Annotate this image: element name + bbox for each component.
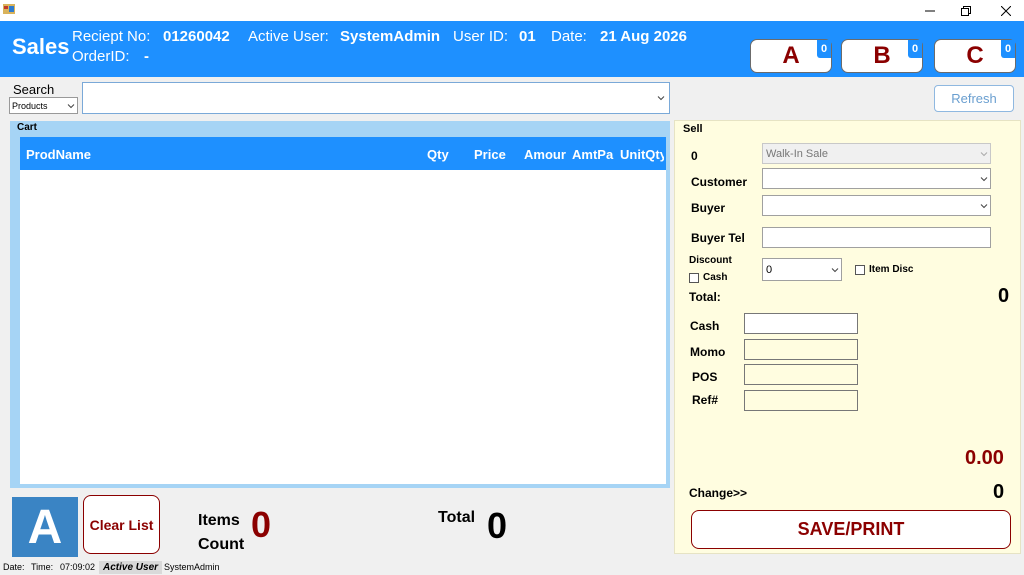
buyer-tel-label: Buyer Tel [691,231,745,245]
column-header-amtpaid[interactable]: AmtPa [572,147,614,162]
chevron-down-icon [657,96,665,101]
status-active-user-label: Active User [99,561,163,574]
app-icon [3,3,15,15]
cart-label: Cart [17,122,38,133]
column-header-qty[interactable]: Qty [427,147,449,162]
order-id-label: OrderID: [72,48,130,65]
cart-grid-header: ProdName Qty Price Amour AmtPa UnitQty [20,137,666,170]
close-icon[interactable] [988,0,1024,21]
restore-icon[interactable] [948,0,984,21]
sell-total-label: Total: [689,290,721,304]
change-label: Change>> [689,486,748,500]
sell-panel: Sell 0 Walk-In Sale Customer Buyer Buyer… [674,120,1021,554]
user-id-label: User ID: [453,28,509,45]
customer-label: Customer [691,175,748,189]
search-input[interactable] [82,82,670,114]
item-discount-label: Item Disc [869,264,914,275]
active-user-name: SystemAdmin [340,28,441,45]
chevron-down-icon [831,267,839,272]
cart-tab-b-button[interactable]: B 0 [841,39,923,73]
column-header-amount[interactable]: Amour [524,147,567,162]
date-label: Date: [551,28,587,45]
cart-tab-a-button[interactable]: A 0 [750,39,832,73]
cart-tab-a-label: A [782,42,800,69]
cash-payment-input[interactable] [744,313,858,334]
customer-select[interactable] [762,168,991,189]
receipt-label: Reciept No: [72,28,151,45]
search-label: Search [13,82,55,97]
cart-tab-c-button[interactable]: C 0 [934,39,1016,73]
buyer-label: Buyer [691,201,726,215]
user-id-value: 01 [519,28,536,45]
page-title: Sales [12,34,70,59]
discount-label: Discount [689,255,732,266]
status-time-label: Time: [31,562,54,572]
save-print-button[interactable]: SAVE/PRINT [691,510,1011,549]
items-label-line1: Items [198,512,240,529]
chevron-down-icon [980,203,988,208]
total-label: Total [438,509,476,526]
sell-total-value: 0 [998,285,1010,307]
momo-payment-label: Momo [690,345,726,359]
status-time-value: 07:09:02 [60,562,96,572]
momo-payment-input[interactable] [744,339,858,360]
chevron-down-icon [67,103,75,108]
discount-select[interactable]: 0 [762,258,842,281]
cart-group: Cart ProdName Qty Price Amour AmtPa Unit… [10,121,670,488]
buyer-select[interactable] [762,195,991,216]
reference-label: Ref# [692,393,719,407]
total-value: 0 [487,505,508,546]
column-header-prodname[interactable]: ProdName [26,147,91,162]
discount-value: 0 [766,263,773,276]
pos-payment-label: POS [692,370,718,384]
cash-payment-label: Cash [690,319,720,333]
amount-paid-value: 0.00 [965,447,1004,469]
cart-tab-a-count: 0 [817,40,831,58]
items-count-value: 0 [251,504,272,545]
search-type-value: Products [12,100,48,111]
sale-type-select[interactable]: Walk-In Sale [762,143,991,164]
reference-input[interactable] [744,390,858,411]
cart-tab-b-label: B [873,42,891,69]
buyer-tel-input[interactable] [762,227,991,248]
clear-list-button[interactable]: Clear List [83,495,160,554]
cash-discount-checkbox[interactable] [689,273,699,283]
sell-panel-title: Sell [683,123,703,135]
change-value: 0 [993,481,1005,503]
item-discount-checkbox[interactable] [855,265,865,275]
search-type-select[interactable]: Products [9,97,78,114]
refresh-button[interactable]: Refresh [934,85,1014,112]
cart-tab-b-count: 0 [908,40,922,58]
pos-payment-input[interactable] [744,364,858,385]
sale-type-label: 0 [691,149,698,163]
chevron-down-icon [980,176,988,181]
minimize-icon[interactable] [912,0,948,21]
chevron-down-icon [980,151,988,156]
cash-discount-label: Cash [703,272,728,283]
status-active-user-value: SystemAdmin [164,562,220,572]
sale-type-value: Walk-In Sale [766,147,828,160]
active-user-label: Active User: [248,28,329,45]
column-header-price[interactable]: Price [474,147,506,162]
sales-header: Sales Reciept No: 01260042 Active User: … [0,21,1024,77]
status-date-label: Date: [3,562,25,572]
order-id-value: - [144,48,149,65]
cart-tab-c-count: 0 [1001,40,1015,58]
status-bar: Date: Time: 07:09:02 Active User SystemA… [0,560,1024,575]
items-label-line2: Count [198,536,245,553]
receipt-number: 01260042 [163,28,230,45]
cart-tab-c-label: C [966,42,984,69]
column-header-unitqty[interactable]: UnitQty [620,147,664,162]
window-titlebar [0,0,1024,21]
current-cart-tag: A [12,497,78,557]
items-count-label: Items Count [198,509,244,557]
date-value: 21 Aug 2026 [600,28,687,45]
cart-grid[interactable]: ProdName Qty Price Amour AmtPa UnitQty [20,137,666,484]
